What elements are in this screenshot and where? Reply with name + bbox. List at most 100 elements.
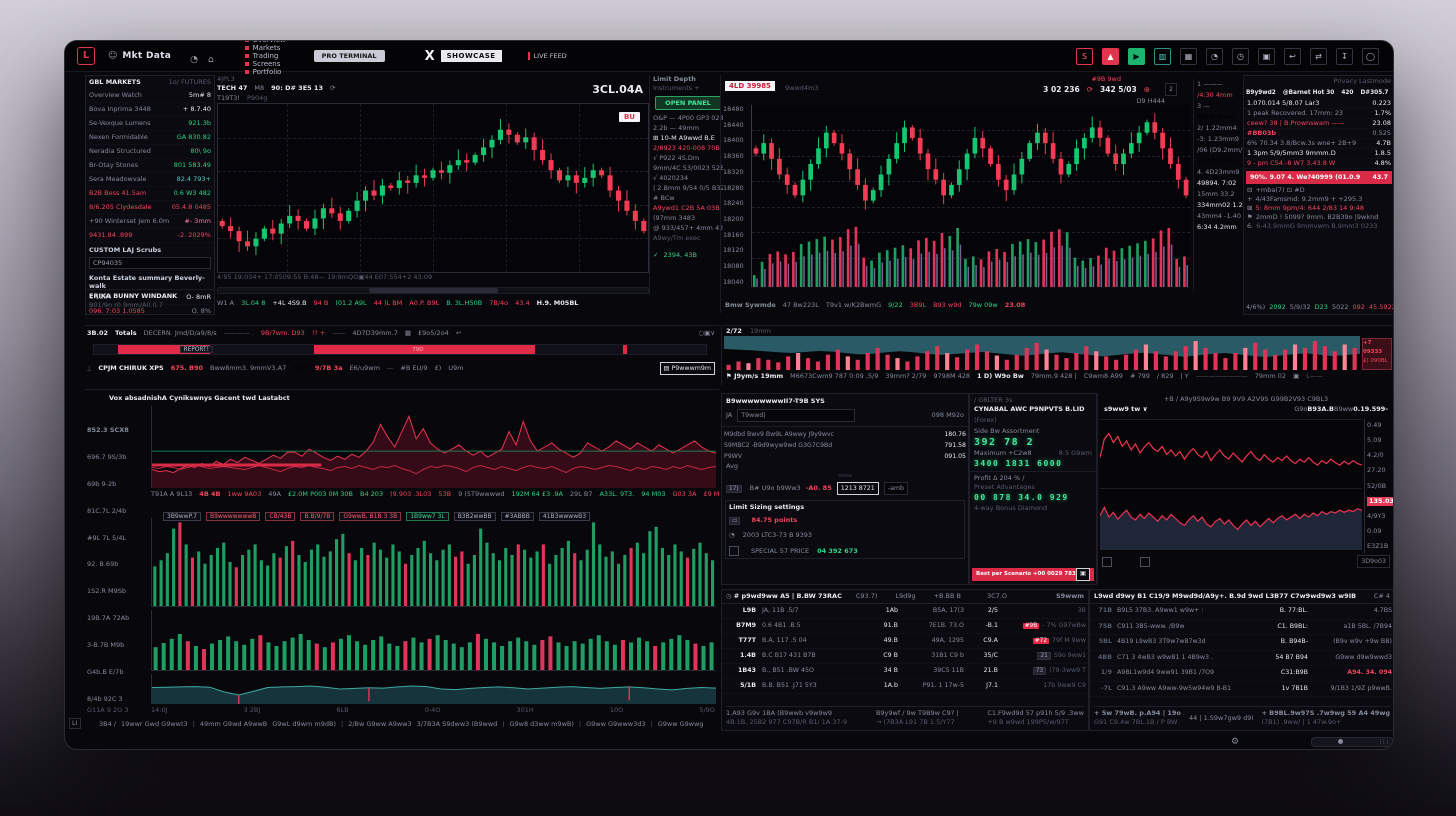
- tick-input[interactable]: 1213 8721: [837, 482, 879, 495]
- toolbar-action-icon[interactable]: ↩: [1284, 48, 1301, 65]
- symbol-token[interactable]: A0 3: [293, 364, 308, 372]
- auto-button[interactable]: -amb: [884, 482, 908, 495]
- watchlist-filter[interactable]: 1o/ FUTURES: [169, 78, 211, 87]
- alerts-chip[interactable]: D#305.7: [1360, 90, 1388, 96]
- info-row[interactable]: √ 4020234: [653, 173, 723, 183]
- alert-row[interactable]: 1.070.014 5/8.07 Lar3 0.223: [1244, 99, 1394, 109]
- symbol-token[interactable]: U9m: [448, 364, 463, 372]
- alerts-chip[interactable]: 420: [1341, 90, 1353, 96]
- alert-row[interactable]: 6% 70.34 3.8/Bcw.3s wne+ 2B+9 4.7B: [1244, 139, 1394, 149]
- info-row[interactable]: A9wy/Tm exec: [653, 233, 723, 243]
- position-alert-box[interactable]: ▣: [1076, 568, 1090, 581]
- toolbar-action-icon[interactable]: S: [1076, 48, 1093, 65]
- alert-row[interactable]: 1 3pm 5/9/5mm3 9mmm.D 1.8.5: [1244, 149, 1394, 159]
- book-row[interactable]: -3: 1.23mm9: [1197, 134, 1245, 145]
- toolbar-icon[interactable]: ∨: [710, 329, 715, 337]
- toolbar-action-icon[interactable]: ▦: [1180, 48, 1197, 65]
- spread-selector[interactable]: s9ww9 tw ∨: [1104, 405, 1148, 414]
- icon-row[interactable]: 6. 6-43.9mmG 9mmvwm B.9mm3 0233: [1244, 222, 1394, 231]
- table-row[interactable]: 1B43 B., B51 .BW 45O 34 B 39C5 11B 21.B …: [722, 664, 1088, 679]
- toolbar-token[interactable]: 4D7D39mm.7: [352, 329, 397, 337]
- alert-row[interactable]: ceew? 38 | B.Prownswam —— 23.08: [1244, 119, 1394, 129]
- toolbar-token[interactable]: £9o5/2o4: [418, 329, 449, 337]
- strip-red-box[interactable]: +7 09333 £) 090BL: [1362, 338, 1392, 370]
- alert-row[interactable]: 9 - pm C54.-8 W7 3.43.8 W 4.8%: [1244, 159, 1394, 169]
- showcase-badge[interactable]: SHOWCASE: [441, 50, 502, 62]
- timeline-scrubber[interactable]: [217, 287, 649, 294]
- symbol-token[interactable]: E6/u9wm: [350, 364, 380, 372]
- toolbar-action-icon[interactable]: ◔: [1206, 48, 1223, 65]
- table-row[interactable]: 1.4B B.C B17 431 B7B C9 B 31B1 C9 b 35/C…: [722, 649, 1088, 664]
- news-row[interactable]: 4BB C71 3 4wB3 w9wB1 1 4B9w3 . 54 B7 B94…: [1090, 651, 1394, 667]
- book-row[interactable]: BORE.Bmm: [1197, 112, 1245, 123]
- book-row[interactable]: 3 —: [1197, 101, 1245, 112]
- info-head-right[interactable]: Instruments +: [653, 84, 723, 93]
- symbol-token[interactable]: —: [387, 364, 394, 372]
- custom-filter-input[interactable]: CP94035: [89, 257, 211, 269]
- watchlist-row[interactable]: Neradia Structured 80\ 9o: [86, 145, 214, 159]
- tick-icon[interactable]: 17): [726, 485, 742, 493]
- toolbar-token[interactable]: 9B/7wm. D93: [261, 329, 305, 337]
- overlay-checkbox-1[interactable]: [1102, 557, 1112, 567]
- watchlist-row[interactable]: Overview Watch 5m# 8: [86, 89, 214, 103]
- toolbar-token[interactable]: !? +: [312, 329, 326, 337]
- table-row[interactable]: T77T B.A, 117 .5 04 49.B 49A, 1295 C9.A …: [722, 634, 1088, 649]
- buy-badge[interactable]: BU: [619, 112, 640, 122]
- info-row[interactable]: A9ywd1 C2B 5A 03B: [653, 203, 723, 213]
- symbol-token[interactable]: #B EU/9: [400, 364, 427, 372]
- user-icon[interactable]: ☺: [108, 51, 117, 61]
- horizontal-scrollbar[interactable]: | | |: [1311, 737, 1393, 747]
- panel-corner-icon[interactable]: LI: [69, 718, 81, 729]
- toolbar-token[interactable]: 3B.02: [87, 329, 108, 337]
- pro-badge[interactable]: PRO TERMINAL: [314, 50, 385, 62]
- info-row[interactable]: 2.2b — 49mm: [653, 123, 723, 133]
- book-row[interactable]: 4. 4D23mm9: [1197, 167, 1245, 178]
- watchlist-row[interactable]: Sera Meadowvale 82.4 793+: [86, 173, 214, 187]
- book-row[interactable]: /06 (D9.2mm/): [1197, 145, 1245, 156]
- menu-item[interactable]: Trading: [245, 52, 286, 60]
- icon-row[interactable]: ⊠ 5: 8mm 9pm/4: 644 2/83 14 9:48: [1244, 204, 1394, 213]
- news-row[interactable]: -7L C91.3 A9ww A9ww-9w5w94w9 B-B1 1v 7B1…: [1090, 682, 1394, 698]
- alerts-chip[interactable]: @Barnet Hot 30: [1283, 90, 1335, 96]
- toolbar-action-icon[interactable]: ▥: [1154, 48, 1171, 65]
- book-row[interactable]: 15mm 33.2: [1197, 189, 1245, 200]
- toolbar-token[interactable]: Totals: [115, 329, 137, 337]
- symbol-token[interactable]: CPJM CHIRUK XPS: [98, 364, 163, 372]
- book-row[interactable]: 49894. 7:02: [1197, 178, 1245, 189]
- book-row[interactable]: 2/ 1.22mm4: [1197, 123, 1245, 134]
- watchlist-row[interactable]: 9431.84 .899 -2. 2029%: [86, 229, 214, 243]
- filename-button[interactable]: ▤ P9wwwm9m: [660, 362, 715, 375]
- special-price-checkbox[interactable]: [729, 546, 739, 556]
- info-row[interactable]: O&P — 4P00 GP3 023: [653, 113, 723, 123]
- watchlist-row[interactable]: +90 Winterset Jem 6.0m #- 3mm: [86, 215, 214, 229]
- info-row[interactable]: √ P922 4S.Dm: [653, 153, 723, 163]
- app-logo-icon[interactable]: L: [77, 47, 95, 65]
- icon-row[interactable]: ⊟ +mba(7) ⊡ #D: [1244, 186, 1394, 195]
- info-row[interactable]: (97mm 3483: [653, 213, 723, 223]
- alert-row[interactable]: 1 peak Recovered. 17mm: 23 1.7%: [1244, 109, 1394, 119]
- book-row[interactable]: /4:30 4mm: [1197, 90, 1245, 101]
- book-row[interactable]: 334mm02 1.2: [1197, 200, 1245, 211]
- toolbar-action-icon[interactable]: ▣: [1258, 48, 1275, 65]
- table-row[interactable]: B7M9 0.6 4B1 .B.5 91.B 7E1B. 73.O -B.1 #…: [722, 619, 1088, 634]
- watchlist-row[interactable]: Nexen Formidable GA 830.82: [86, 131, 214, 145]
- alerts-chip[interactable]: B9y9wd2: [1246, 90, 1276, 96]
- icon-row[interactable]: + 4/43Famsmd: 9.2mm9 + +295.3: [1244, 195, 1394, 204]
- symbol-token[interactable]: ⟂: [87, 364, 91, 372]
- symbol-token[interactable]: £): [435, 364, 442, 372]
- menu-item[interactable]: Markets: [245, 44, 286, 52]
- toolbar-token[interactable]: ↩: [456, 329, 461, 337]
- info-row[interactable]: ⊞ 10-M A9wwd B.E: [653, 133, 723, 143]
- news-row[interactable]: 5BL 4B19 L9wB3 3T9w7w87w3d B. B94B- (B9v…: [1090, 635, 1394, 651]
- news-row[interactable]: 71B B9L5 37B3. A9ww1 w9w+ : B. 77:BL. 4.…: [1090, 604, 1394, 620]
- toolbar-token[interactable]: ———— .: [224, 329, 254, 337]
- position-alert-bar[interactable]: Best per Scenario +00 0029 783 ▣: [972, 568, 1094, 581]
- icon-row[interactable]: ⚑ 2mmD ! 5099? 9mm. B2B39o |9wknd: [1244, 213, 1394, 222]
- book-row[interactable]: 33 223.8mm: [1197, 156, 1245, 167]
- open-panel-button[interactable]: OPEN PANEL: [655, 96, 721, 110]
- alert-row[interactable]: #BB03b 0.525: [1244, 129, 1394, 139]
- overlay-checkbox-2[interactable]: [1140, 557, 1150, 567]
- toolbar-token[interactable]: ▦: [405, 329, 411, 337]
- news-row[interactable]: 75B C911 3B5-www. /B9w C1. B9BL: a1B 5BL…: [1090, 620, 1394, 636]
- watchlist-row[interactable]: Br-Otay Stones 801 583.49: [86, 159, 214, 173]
